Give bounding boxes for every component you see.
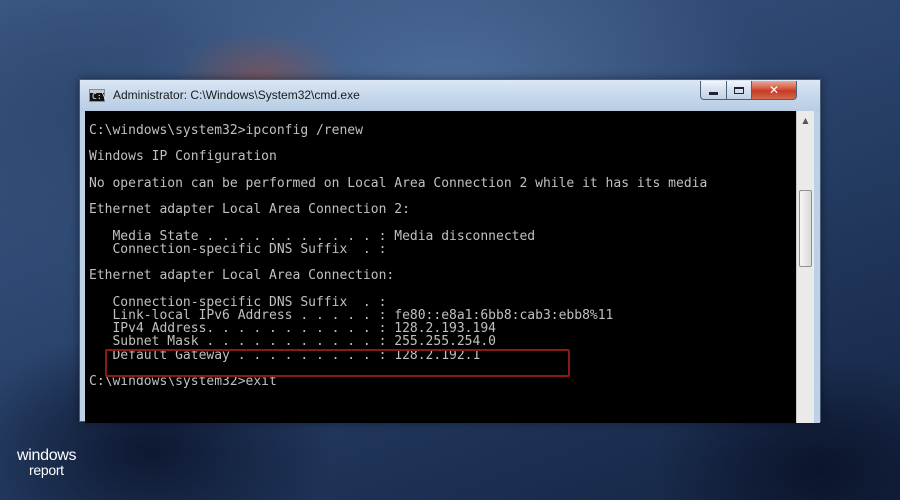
gateway-highlight-box [105, 349, 570, 377]
windows-report-logo: windows report [17, 448, 97, 482]
console-line: No operation can be performed on Local A… [89, 176, 708, 191]
cmd-app-icon-text: C:\ [92, 92, 107, 101]
close-button[interactable]: ✕ [751, 81, 797, 100]
vertical-scrollbar[interactable]: ▲ [796, 111, 814, 423]
close-icon: ✕ [768, 83, 780, 97]
console-line: Windows IP Configuration [89, 149, 277, 164]
logo-sub-text: report [29, 462, 64, 478]
cmd-window[interactable]: C:\ Administrator: C:\Windows\System32\c… [79, 79, 821, 423]
console-line: Ethernet adapter Local Area Connection: [89, 268, 395, 283]
console-line: Subnet Mask . . . . . . . . . . . : 255.… [89, 334, 496, 349]
scroll-thumb[interactable] [799, 190, 812, 267]
console-line: Connection-specific DNS Suffix . : [89, 242, 387, 257]
window-title: Administrator: C:\Windows\System32\cmd.e… [113, 88, 360, 102]
minimize-icon [709, 92, 718, 95]
cmd-app-icon[interactable]: C:\ [89, 89, 107, 102]
scroll-up-arrow-icon[interactable]: ▲ [798, 112, 813, 128]
title-bar[interactable]: C:\ Administrator: C:\Windows\System32\c… [80, 80, 820, 111]
console-output[interactable]: C:\windows\system32>ipconfig /renew Wind… [85, 111, 796, 423]
maximize-icon [734, 86, 744, 94]
console-line: Ethernet adapter Local Area Connection 2… [89, 202, 410, 217]
minimize-button[interactable] [700, 81, 727, 100]
window-frame-right [814, 111, 820, 423]
console-line: C:\windows\system32>ipconfig /renew [89, 123, 363, 138]
maximize-button[interactable] [726, 81, 752, 100]
